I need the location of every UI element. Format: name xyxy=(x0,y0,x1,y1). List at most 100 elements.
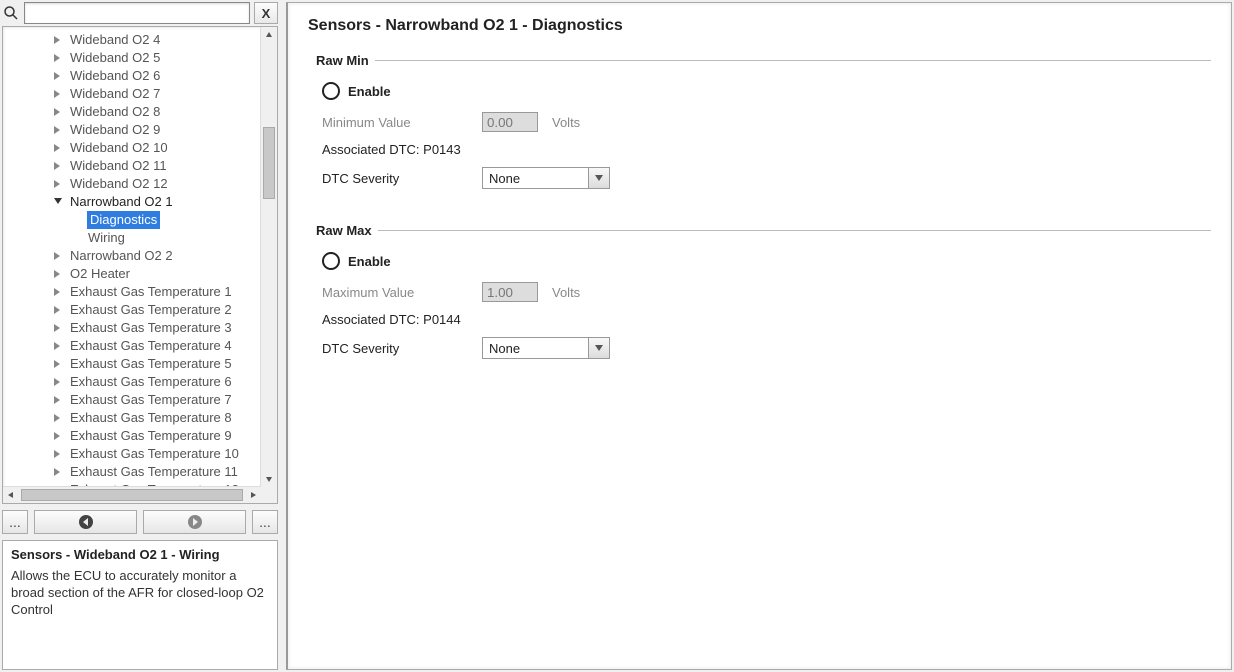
tree-item[interactable]: Exhaust Gas Temperature 1 xyxy=(3,283,261,301)
search-icon xyxy=(2,2,20,24)
raw-max-value-input[interactable] xyxy=(482,282,538,302)
tree-expand-icon[interactable] xyxy=(53,413,63,423)
raw-min-value-input[interactable] xyxy=(482,112,538,132)
tree-item[interactable]: Exhaust Gas Temperature 2 xyxy=(3,301,261,319)
search-row: X xyxy=(2,2,278,24)
tree-child-item[interactable]: Wiring xyxy=(3,229,261,247)
tree-expand-icon[interactable] xyxy=(53,143,63,153)
tree-item[interactable]: Wideband O2 12 xyxy=(3,175,261,193)
tree-expand-icon[interactable] xyxy=(53,449,63,459)
raw-min-severity-select[interactable]: None xyxy=(482,167,610,189)
tree-expand-icon[interactable] xyxy=(53,251,63,261)
tree-expand-icon[interactable] xyxy=(53,395,63,405)
tree-item-label: Exhaust Gas Temperature 10 xyxy=(69,445,240,463)
chevron-down-icon[interactable] xyxy=(588,338,609,358)
tree-item[interactable]: Exhaust Gas Temperature 7 xyxy=(3,391,261,409)
raw-min-value-label: Minimum Value xyxy=(322,115,482,130)
tree-item[interactable]: Wideband O2 10 xyxy=(3,139,261,157)
tree-expand-icon[interactable] xyxy=(53,323,63,333)
scroll-down-icon[interactable] xyxy=(261,471,277,487)
help-panel: Sensors - Wideband O2 1 - Wiring Allows … xyxy=(2,540,278,670)
tree-expand-icon[interactable] xyxy=(53,179,63,189)
group-raw-min: Raw Min Enable Minimum Value Volts Assoc… xyxy=(316,53,1211,199)
tree-item[interactable]: Narrowband O2 1 xyxy=(3,193,261,211)
scroll-left-icon[interactable] xyxy=(3,487,19,503)
left-panel: X Wideband O2 4Wideband O2 5Wideband O2 … xyxy=(0,0,280,672)
tree-item[interactable]: Wideband O2 8 xyxy=(3,103,261,121)
raw-max-severity-select[interactable]: None xyxy=(482,337,610,359)
scroll-right-icon[interactable] xyxy=(245,487,261,503)
history-back-button[interactable] xyxy=(34,510,137,534)
tree-item-label: Exhaust Gas Temperature 6 xyxy=(69,373,233,391)
tree-item-label: Wideband O2 7 xyxy=(69,85,161,103)
raw-min-enable-label: Enable xyxy=(348,84,391,99)
scroll-corner xyxy=(261,487,277,503)
tree-expand-icon[interactable] xyxy=(53,467,63,477)
tree-item-label: Narrowband O2 1 xyxy=(69,193,174,211)
tree-expand-icon[interactable] xyxy=(53,305,63,315)
search-input[interactable] xyxy=(24,2,250,24)
tree-expand-icon[interactable] xyxy=(53,107,63,117)
tree-item[interactable]: Exhaust Gas Temperature 9 xyxy=(3,427,261,445)
tree-item[interactable]: Wideband O2 4 xyxy=(3,31,261,49)
scroll-thumb[interactable] xyxy=(263,127,275,199)
tree-item[interactable]: Wideband O2 7 xyxy=(3,85,261,103)
tree-expand-icon[interactable] xyxy=(53,377,63,387)
tree-item[interactable]: Exhaust Gas Temperature 10 xyxy=(3,445,261,463)
tree-expand-icon[interactable] xyxy=(53,35,63,45)
select-value: None xyxy=(483,341,588,356)
raw-min-unit: Volts xyxy=(552,115,580,130)
tree-item-label: Wideband O2 10 xyxy=(69,139,169,157)
group-legend: Raw Max xyxy=(316,223,378,238)
tree-item-label: Wideband O2 5 xyxy=(69,49,161,67)
tree-collapse-icon[interactable] xyxy=(53,197,63,207)
tree-vertical-scrollbar[interactable] xyxy=(260,27,277,487)
chevron-down-icon[interactable] xyxy=(588,168,609,188)
tree-expand-icon[interactable] xyxy=(53,431,63,441)
tree-item[interactable]: Exhaust Gas Temperature 6 xyxy=(3,373,261,391)
raw-min-enable-toggle[interactable] xyxy=(322,82,340,100)
tree-item[interactable]: Exhaust Gas Temperature 4 xyxy=(3,337,261,355)
tree-expand-icon[interactable] xyxy=(53,341,63,351)
help-text: Allows the ECU to accurately monitor a b… xyxy=(11,568,269,619)
tree-item-label: Exhaust Gas Temperature 7 xyxy=(69,391,233,409)
tree-item[interactable]: Wideband O2 11 xyxy=(3,157,261,175)
group-raw-max: Raw Max Enable Maximum Value Volts Assoc… xyxy=(316,223,1211,369)
tree-item-label: Exhaust Gas Temperature 11 xyxy=(69,463,239,481)
scroll-thumb[interactable] xyxy=(21,489,243,501)
tree-expand-icon[interactable] xyxy=(53,125,63,135)
tree-expand-icon[interactable] xyxy=(53,53,63,63)
select-value: None xyxy=(483,171,588,186)
raw-max-dtc-text: Associated DTC: P0144 xyxy=(322,312,482,327)
raw-min-dtc-text: Associated DTC: P0143 xyxy=(322,142,482,157)
tree-expand-icon[interactable] xyxy=(53,161,63,171)
tree-item[interactable]: Exhaust Gas Temperature 5 xyxy=(3,355,261,373)
tree-item[interactable]: Wideband O2 9 xyxy=(3,121,261,139)
raw-max-enable-toggle[interactable] xyxy=(322,252,340,270)
tree-child-item[interactable]: Diagnostics xyxy=(3,211,261,229)
history-forward-button[interactable] xyxy=(143,510,246,534)
raw-max-value-label: Maximum Value xyxy=(322,285,482,300)
tree-item[interactable]: Exhaust Gas Temperature 3 xyxy=(3,319,261,337)
raw-max-severity-label: DTC Severity xyxy=(322,341,482,356)
tree-item-label: Wideband O2 4 xyxy=(69,31,161,49)
tree-item[interactable]: Wideband O2 6 xyxy=(3,67,261,85)
tree-item[interactable]: Wideband O2 5 xyxy=(3,49,261,67)
tree-expand-icon[interactable] xyxy=(53,71,63,81)
history-list-forward-button[interactable]: ... xyxy=(252,510,278,534)
tree-expand-icon[interactable] xyxy=(53,89,63,99)
tree-item[interactable]: Narrowband O2 2 xyxy=(3,247,261,265)
tree-item[interactable]: Exhaust Gas Temperature 8 xyxy=(3,409,261,427)
tree-expand-icon[interactable] xyxy=(53,287,63,297)
help-title: Sensors - Wideband O2 1 - Wiring xyxy=(11,547,269,562)
tree-expand-icon[interactable] xyxy=(53,359,63,369)
tree-item[interactable]: O2 Heater xyxy=(3,265,261,283)
history-list-back-button[interactable]: ... xyxy=(2,510,28,534)
tree-item[interactable]: Exhaust Gas Temperature 11 xyxy=(3,463,261,481)
tree-item-label: Wideband O2 6 xyxy=(69,67,161,85)
raw-max-unit: Volts xyxy=(552,285,580,300)
tree-expand-icon[interactable] xyxy=(53,269,63,279)
search-clear-button[interactable]: X xyxy=(254,2,278,24)
scroll-up-icon[interactable] xyxy=(261,27,277,43)
tree-horizontal-scrollbar[interactable] xyxy=(3,486,261,503)
